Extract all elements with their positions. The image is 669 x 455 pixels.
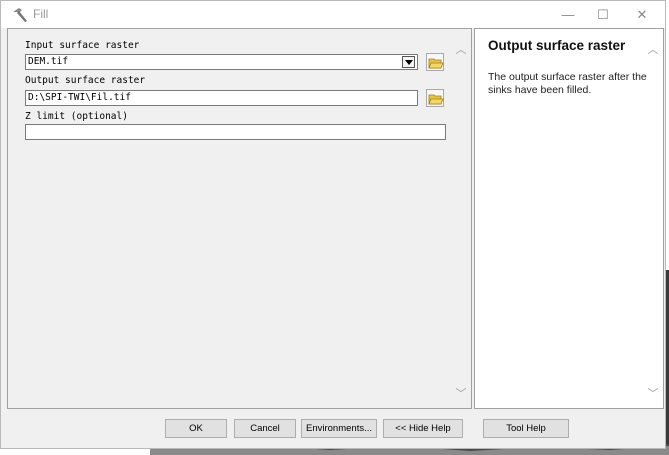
scroll-up-icon[interactable]: ︿ — [455, 41, 467, 57]
hammer-icon — [13, 8, 27, 22]
ok-button[interactable]: OK — [165, 419, 227, 438]
environments-button[interactable]: Environments... — [301, 419, 377, 438]
folder-open-icon — [428, 94, 444, 105]
output-surface-raster-field[interactable]: D:\SPI-TWI\Fil.tif — [25, 90, 418, 106]
cancel-button[interactable]: Cancel — [234, 419, 296, 438]
input-surface-raster-dropdown[interactable]: DEM.tif — [25, 54, 418, 70]
close-button[interactable]: ✕ — [625, 1, 659, 28]
parameters-pane: Input surface raster DEM.tif Output surf… — [7, 28, 472, 409]
window-title: Fill — [33, 7, 49, 21]
browse-input-button[interactable] — [426, 53, 444, 71]
fill-tool-dialog: Fill — ☐ ✕ Input surface raster DEM.tif … — [0, 0, 666, 449]
tool-help-button[interactable]: Tool Help — [483, 419, 569, 438]
help-title: Output surface raster — [488, 38, 626, 53]
output-surface-raster-label: Output surface raster — [25, 75, 146, 86]
browse-output-button[interactable] — [426, 89, 444, 107]
hide-help-button[interactable]: << Hide Help — [383, 419, 463, 438]
help-scroll-down-icon[interactable]: ﹀ — [647, 385, 659, 401]
help-scroll-up-icon[interactable]: ︿ — [647, 41, 659, 57]
minimize-button[interactable]: — — [551, 1, 585, 28]
z-limit-field[interactable] — [25, 124, 446, 140]
z-limit-label: Z limit (optional) — [25, 111, 128, 122]
output-surface-raster-value: D:\SPI-TWI\Fil.tif — [28, 92, 131, 103]
input-surface-raster-label: Input surface raster — [25, 40, 140, 51]
maximize-button[interactable]: ☐ — [586, 1, 620, 28]
folder-open-icon — [428, 58, 444, 69]
chevron-down-icon[interactable] — [402, 56, 415, 68]
help-description: The output surface raster after the sink… — [488, 71, 647, 96]
input-surface-raster-value: DEM.tif — [28, 56, 69, 67]
scroll-down-icon[interactable]: ﹀ — [455, 385, 467, 401]
title-bar[interactable]: Fill — ☐ ✕ — [1, 1, 665, 28]
help-pane: Output surface raster The output surface… — [474, 28, 664, 409]
